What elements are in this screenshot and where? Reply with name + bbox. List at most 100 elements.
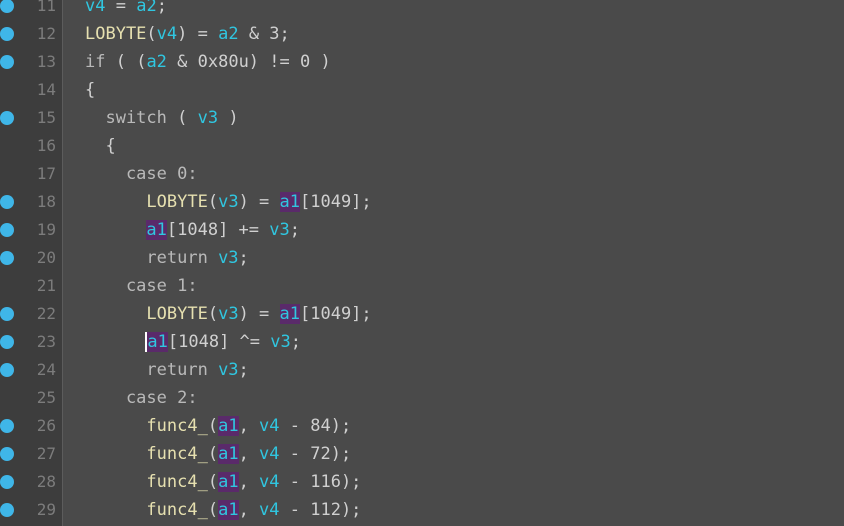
- code-token[interactable]: LOBYTE: [85, 24, 146, 44]
- code-token[interactable]: ) =: [239, 304, 280, 324]
- code-token[interactable]: ,: [239, 444, 259, 464]
- gutter-line[interactable]: 20: [0, 244, 62, 272]
- code-line[interactable]: case 2:: [63, 384, 844, 412]
- code-token[interactable]: v4: [157, 24, 177, 44]
- code-token[interactable]: case 2:: [85, 388, 198, 408]
- gutter-line[interactable]: 13: [0, 48, 62, 76]
- code-token[interactable]: v3: [218, 304, 238, 324]
- breakpoint-dot-icon[interactable]: [0, 475, 14, 489]
- gutter-line[interactable]: 16: [0, 132, 62, 160]
- code-token[interactable]: ;: [157, 0, 167, 16]
- code-token[interactable]: func4_: [85, 472, 207, 492]
- code-token[interactable]: [1049];: [300, 192, 372, 212]
- code-line[interactable]: {: [63, 76, 844, 104]
- code-line[interactable]: case 0:: [63, 160, 844, 188]
- highlighted-identifier[interactable]: a1: [145, 332, 168, 352]
- code-token[interactable]: a2: [146, 52, 166, 72]
- code-token[interactable]: v4: [259, 472, 279, 492]
- breakpoint-dot-icon[interactable]: [0, 363, 14, 377]
- gutter-line[interactable]: 21: [0, 272, 62, 300]
- code-token[interactable]: switch: [85, 108, 166, 128]
- code-token[interactable]: v4: [85, 0, 105, 16]
- code-token[interactable]: ;: [290, 220, 300, 240]
- code-token[interactable]: [1048] ^=: [168, 332, 270, 352]
- gutter-line[interactable]: 28: [0, 468, 62, 496]
- code-token[interactable]: LOBYTE: [85, 192, 207, 212]
- breakpoint-dot-icon[interactable]: [0, 111, 14, 125]
- code-token[interactable]: [85, 220, 146, 240]
- gutter-line[interactable]: 25: [0, 384, 62, 412]
- code-token[interactable]: - 84);: [280, 416, 351, 436]
- code-token[interactable]: (: [208, 304, 218, 324]
- gutter-line[interactable]: 19: [0, 216, 62, 244]
- code-token[interactable]: {: [85, 136, 115, 156]
- code-token[interactable]: func4_: [85, 500, 207, 520]
- code-token[interactable]: v3: [218, 192, 238, 212]
- code-token[interactable]: (: [146, 24, 156, 44]
- code-token[interactable]: & 3;: [239, 24, 290, 44]
- code-token[interactable]: (: [208, 444, 218, 464]
- gutter-line[interactable]: 11: [0, 0, 62, 20]
- gutter-line[interactable]: 29: [0, 496, 62, 524]
- code-token[interactable]: a2: [218, 24, 238, 44]
- breakpoint-dot-icon[interactable]: [0, 335, 14, 349]
- code-token[interactable]: {: [85, 80, 95, 100]
- highlighted-identifier[interactable]: a1: [218, 444, 239, 464]
- gutter-line[interactable]: 22: [0, 300, 62, 328]
- breakpoint-dot-icon[interactable]: [0, 223, 14, 237]
- code-token[interactable]: v4: [259, 500, 279, 520]
- breakpoint-dot-icon[interactable]: [0, 447, 14, 461]
- code-line[interactable]: func4_(a1, v4 - 84);: [63, 412, 844, 440]
- code-token[interactable]: (: [208, 416, 218, 436]
- code-line[interactable]: func4_(a1, v4 - 116);: [63, 468, 844, 496]
- code-line[interactable]: a1[1048] += v3;: [63, 216, 844, 244]
- code-line[interactable]: if ( (a2 & 0x80u) != 0 ): [63, 48, 844, 76]
- code-token[interactable]: & 0x80u) != 0 ): [167, 52, 331, 72]
- line-number-gutter[interactable]: 11 12 13 14 15 16 17 18 19 20 21 22 23 24 25 26 27 28 29: [0, 0, 63, 526]
- breakpoint-dot-icon[interactable]: [0, 195, 14, 209]
- code-token[interactable]: - 112);: [280, 500, 362, 520]
- breakpoint-dot-icon[interactable]: [0, 307, 14, 321]
- breakpoint-dot-icon[interactable]: [0, 419, 14, 433]
- code-token[interactable]: ) =: [177, 24, 218, 44]
- breakpoint-dot-icon[interactable]: [0, 503, 14, 517]
- highlighted-identifier[interactable]: a1: [146, 220, 167, 240]
- code-token[interactable]: LOBYTE: [85, 304, 207, 324]
- code-line[interactable]: LOBYTE(v3) = a1[1049];: [63, 188, 844, 216]
- code-token[interactable]: (: [208, 192, 218, 212]
- gutter-line[interactable]: 12: [0, 20, 62, 48]
- gutter-line[interactable]: 15: [0, 104, 62, 132]
- code-line[interactable]: return v3;: [63, 356, 844, 384]
- code-token[interactable]: ,: [239, 472, 259, 492]
- code-line[interactable]: LOBYTE(v3) = a1[1049];: [63, 300, 844, 328]
- gutter-line[interactable]: 17: [0, 160, 62, 188]
- code-token[interactable]: ,: [239, 500, 259, 520]
- breakpoint-dot-icon[interactable]: [0, 251, 14, 265]
- breakpoint-dot-icon[interactable]: [0, 0, 14, 13]
- code-token[interactable]: func4_: [85, 444, 207, 464]
- code-token[interactable]: case 1:: [85, 276, 198, 296]
- code-token[interactable]: func4_: [85, 416, 207, 436]
- code-token[interactable]: ;: [239, 360, 249, 380]
- code-token[interactable]: - 72);: [280, 444, 351, 464]
- code-token[interactable]: ;: [291, 332, 301, 352]
- gutter-line[interactable]: 26: [0, 412, 62, 440]
- highlighted-identifier[interactable]: a1: [279, 192, 300, 212]
- code-line[interactable]: func4_(a1, v4 - 72);: [63, 440, 844, 468]
- code-token[interactable]: v3: [269, 220, 289, 240]
- code-line[interactable]: {: [63, 132, 844, 160]
- gutter-line[interactable]: 27: [0, 440, 62, 468]
- gutter-line[interactable]: 24: [0, 356, 62, 384]
- code-token[interactable]: v3: [218, 360, 238, 380]
- code-line[interactable]: return v3;: [63, 244, 844, 272]
- code-token[interactable]: - 116);: [280, 472, 362, 492]
- code-token[interactable]: (: [208, 500, 218, 520]
- code-token[interactable]: ,: [239, 416, 259, 436]
- code-token[interactable]: ;: [239, 248, 249, 268]
- highlighted-identifier[interactable]: a1: [279, 304, 300, 324]
- highlighted-identifier[interactable]: a1: [218, 500, 239, 520]
- code-token[interactable]: ) =: [239, 192, 280, 212]
- code-token[interactable]: (: [167, 108, 198, 128]
- code-token[interactable]: case 0:: [85, 164, 198, 184]
- code-token[interactable]: [1048] +=: [167, 220, 269, 240]
